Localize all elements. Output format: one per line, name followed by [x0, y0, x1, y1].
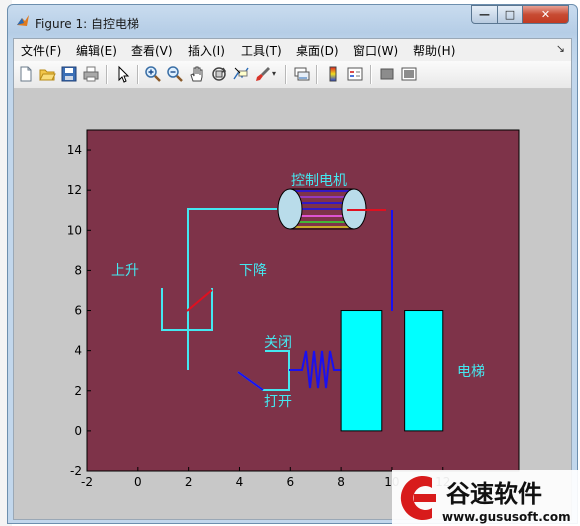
minimize-icon: — — [479, 8, 490, 21]
close-label: 关闭 — [264, 335, 292, 351]
minimize-button[interactable]: — — [471, 5, 498, 24]
y-tick-label: 10 — [67, 223, 82, 237]
maximize-button[interactable]: □ — [497, 5, 523, 24]
toolbar-separator — [370, 65, 372, 84]
toolbar-separator — [285, 65, 287, 84]
open-folder-icon[interactable] — [38, 65, 56, 83]
elevator-door-2 — [404, 310, 444, 432]
x-tick-label: 0 — [134, 475, 142, 489]
motor-label: 控制电机 — [291, 173, 347, 189]
link-plot-icon[interactable] — [293, 65, 311, 83]
x-tick-label: 6 — [286, 475, 294, 489]
legend-icon[interactable] — [346, 65, 364, 83]
axes-svg: -2024681012-202468101214 — [67, 129, 520, 489]
show-plot-tools-icon[interactable] — [400, 65, 418, 83]
window-title: Figure 1: 自控电梯 — [35, 17, 139, 31]
figure-window: Figure 1: 自控电梯 — □ ✕ 文件(F) 编辑(E) 查看(V) 插… — [7, 4, 578, 524]
toolbar-separator — [316, 65, 318, 84]
open-label: 打开 — [264, 393, 292, 410]
up-label: 上升 — [111, 263, 139, 279]
save-icon[interactable] — [60, 65, 78, 83]
menu-overflow-icon[interactable]: ↘ — [556, 42, 565, 55]
colorbar-icon[interactable] — [324, 65, 342, 83]
y-tick-label: 0 — [74, 424, 82, 438]
x-tick-label: 4 — [236, 475, 244, 489]
x-tick-label: -2 — [81, 475, 93, 489]
menu-insert[interactable]: 插入(I) — [188, 42, 225, 59]
watermark-url: www.gususoft.com — [442, 510, 571, 524]
pointer-icon[interactable] — [114, 65, 132, 83]
title-bar[interactable]: Figure 1: 自控电梯 — □ ✕ — [8, 5, 577, 35]
figure-client: 文件(F) 编辑(E) 查看(V) 插入(I) 工具(T) 桌面(D) 窗口(W… — [13, 38, 572, 520]
figure-toolbar: ▾ — [14, 61, 571, 89]
menu-view[interactable]: 查看(V) — [131, 42, 173, 59]
toolbar-separator — [137, 65, 139, 84]
menu-bar: 文件(F) 编辑(E) 查看(V) 插入(I) 工具(T) 桌面(D) 窗口(W… — [14, 39, 571, 59]
zoom-out-icon[interactable] — [166, 65, 184, 83]
y-tick-label: 8 — [74, 263, 82, 277]
watermark-logo: 谷速软件 www.gususoft.com — [392, 470, 580, 526]
toolbar-separator — [106, 65, 108, 84]
y-tick-label: 6 — [74, 304, 82, 318]
x-tick-label: 2 — [185, 475, 193, 489]
down-label: 下降 — [239, 263, 267, 279]
y-tick-label: 4 — [74, 344, 82, 358]
close-icon: ✕ — [540, 8, 551, 21]
close-button[interactable]: ✕ — [522, 5, 569, 24]
new-file-icon[interactable] — [17, 65, 35, 83]
hide-plot-tools-icon[interactable] — [378, 65, 396, 83]
x-tick-label: 8 — [337, 475, 345, 489]
menu-edit[interactable]: 编辑(E) — [76, 42, 117, 59]
elevator-door-1 — [340, 310, 383, 432]
data-cursor-icon[interactable] — [232, 65, 250, 83]
elevator-label: 电梯 — [457, 364, 485, 380]
menu-window[interactable]: 窗口(W) — [353, 42, 398, 59]
y-tick-label: -2 — [70, 464, 82, 478]
menu-file[interactable]: 文件(F) — [21, 42, 61, 59]
menu-desktop[interactable]: 桌面(D) — [296, 42, 339, 59]
zoom-in-icon[interactable] — [144, 65, 162, 83]
y-tick-label: 12 — [67, 183, 82, 197]
rotate-3d-icon[interactable] — [210, 65, 228, 83]
maximize-icon: □ — [504, 8, 516, 21]
menu-tools[interactable]: 工具(T) — [241, 42, 282, 59]
print-icon[interactable] — [82, 65, 100, 83]
y-tick-label: 2 — [74, 384, 82, 398]
brush-dropdown-icon[interactable]: ▾ — [272, 65, 280, 83]
matlab-icon — [17, 15, 29, 26]
y-tick-label: 14 — [67, 143, 82, 157]
pan-hand-icon[interactable] — [188, 65, 206, 83]
figure-canvas: -2024681012-202468101214 — [14, 89, 571, 519]
watermark-brand: 谷速软件 — [446, 480, 542, 508]
motor-left-end — [277, 188, 303, 230]
menu-help[interactable]: 帮助(H) — [413, 42, 455, 59]
brush-icon[interactable] — [254, 65, 272, 83]
